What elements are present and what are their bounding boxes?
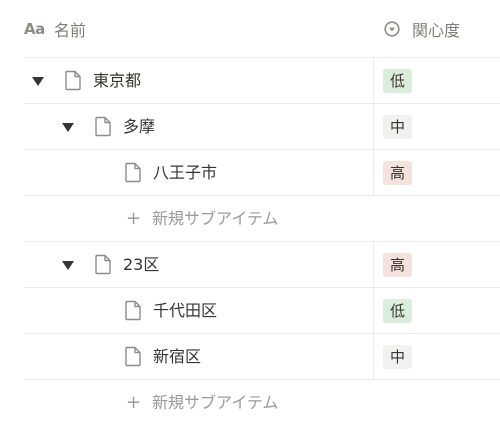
name-column-header[interactable]: Aa 名前 <box>24 0 374 57</box>
interest-cell[interactable]: 低 <box>375 58 500 103</box>
table-row[interactable]: 東京都 低 <box>24 58 500 104</box>
interest-tag: 中 <box>383 114 413 139</box>
row-title: 23区 <box>123 255 160 274</box>
interest-tag: 中 <box>383 344 413 369</box>
new-subitem-button[interactable]: + 新規サブアイテム <box>24 196 374 241</box>
name-column-label: 名前 <box>54 20 87 40</box>
row-title: 東京都 <box>93 71 142 90</box>
name-cell[interactable]: 多摩 <box>24 104 374 149</box>
name-cell[interactable]: 千代田区 <box>24 288 374 333</box>
new-subitem-label: 新規サブアイテム <box>152 209 279 228</box>
database-table: Aa 名前 関心度 東京都低多摩中八王子市高 + 新規サブアイテム 23区高千代田区低… <box>24 0 500 425</box>
name-cell[interactable]: 八王子市 <box>24 150 374 195</box>
table-body: 東京都低多摩中八王子市高 + 新規サブアイテム 23区高千代田区低新宿区中 + 新規サブア… <box>24 58 500 425</box>
page-icon <box>95 254 111 275</box>
table-row[interactable]: 23区 高 <box>24 242 500 288</box>
plus-icon: + <box>126 208 142 229</box>
name-cell[interactable]: 新宿区 <box>24 334 374 379</box>
interest-tag: 高 <box>383 160 413 185</box>
interest-tag: 低 <box>383 298 413 323</box>
interest-column-label: 関心度 <box>412 20 461 40</box>
toggle-triangle-down-icon[interactable] <box>31 74 45 88</box>
name-cell[interactable]: 23区 <box>24 242 374 287</box>
interest-cell[interactable]: 高 <box>375 242 500 287</box>
toggle-triangle-down-icon[interactable] <box>61 120 75 134</box>
interest-cell[interactable]: 高 <box>375 150 500 195</box>
table-row[interactable]: 多摩 中 <box>24 104 500 150</box>
table-row[interactable]: 八王子市 高 <box>24 150 500 196</box>
row-title: 多摩 <box>123 117 156 136</box>
new-subitem-row[interactable]: + 新規サブアイテム <box>24 196 500 242</box>
interest-tag: 高 <box>383 252 413 277</box>
interest-column-header[interactable]: 関心度 <box>375 0 500 57</box>
row-title: 八王子市 <box>153 163 218 182</box>
page-icon <box>125 346 141 367</box>
interest-cell[interactable]: 中 <box>375 104 500 149</box>
table-row[interactable]: 新宿区 中 <box>24 334 500 380</box>
page-icon <box>65 70 81 91</box>
page-icon <box>125 300 141 321</box>
new-subitem-button[interactable]: + 新規サブアイテム <box>24 380 374 425</box>
table-header: Aa 名前 関心度 <box>24 0 500 58</box>
page-icon <box>95 116 111 137</box>
new-subitem-row[interactable]: + 新規サブアイテム <box>24 380 500 425</box>
row-title: 新宿区 <box>153 347 202 366</box>
select-property-icon <box>384 20 400 37</box>
row-title: 千代田区 <box>153 301 218 320</box>
interest-cell[interactable]: 中 <box>375 334 500 379</box>
plus-icon: + <box>126 392 142 413</box>
text-property-icon: Aa <box>24 19 45 38</box>
toggle-triangle-down-icon[interactable] <box>61 258 75 272</box>
interest-cell[interactable]: 低 <box>375 288 500 333</box>
new-subitem-label: 新規サブアイテム <box>152 393 279 412</box>
table-row[interactable]: 千代田区 低 <box>24 288 500 334</box>
interest-tag: 低 <box>383 68 413 93</box>
page-icon <box>125 162 141 183</box>
name-cell[interactable]: 東京都 <box>24 58 374 103</box>
